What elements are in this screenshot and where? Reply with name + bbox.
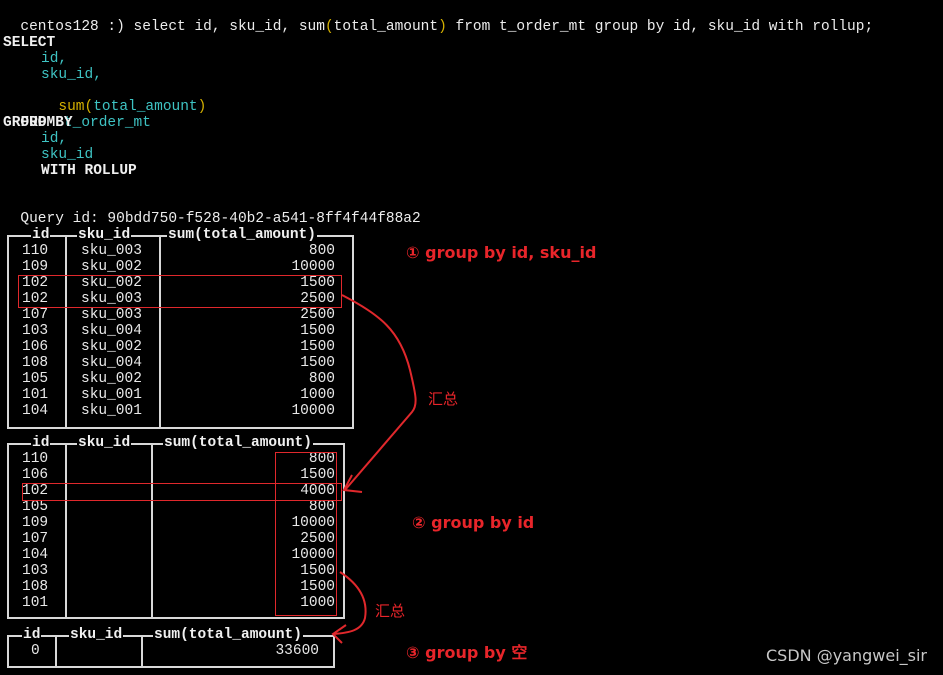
arrow-summary-2: [332, 571, 367, 635]
arrow-summary-1: [341, 294, 417, 491]
watermark: CSDN @yangwei_sir: [765, 646, 927, 665]
label-summary-1: 汇总: [428, 390, 459, 408]
annotation-arrows: [331, 294, 417, 644]
label-group-by-id: ② group by id: [412, 513, 535, 532]
label-group-by-id-sku: ① group by id, sku_id: [406, 243, 597, 262]
label-group-by-empty: ③ group by 空: [406, 643, 528, 662]
label-summary-2: 汇总: [375, 602, 406, 620]
arrowhead-1: [342, 474, 363, 493]
